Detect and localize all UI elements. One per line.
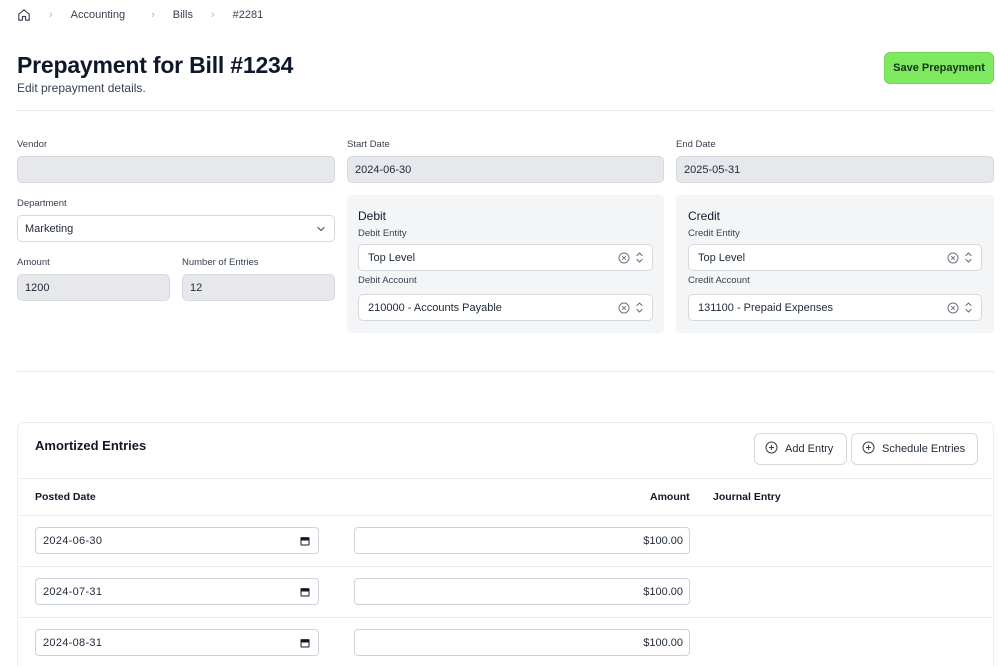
header-divider: [17, 110, 994, 111]
chevron-right-icon: ›: [151, 9, 155, 21]
updown-chevron-icon[interactable]: [635, 251, 644, 267]
credit-account-select[interactable]: 131100 - Prepaid Expenses: [688, 294, 982, 321]
chevron-right-icon: ›: [49, 9, 53, 21]
entries-label: Number of Entries: [182, 257, 259, 268]
schedule-entries-button[interactable]: Schedule Entries: [851, 433, 978, 465]
debit-account-label: Debit Account: [358, 275, 417, 286]
save-prepayment-button[interactable]: Save Prepayment: [884, 52, 994, 84]
credit-account-label: Credit Account: [688, 275, 750, 286]
end-date-label: End Date: [676, 139, 716, 150]
amortized-entries-title: Amortized Entries: [35, 438, 147, 453]
updown-chevron-icon[interactable]: [635, 301, 644, 317]
debit-entity-value: Top Level: [368, 251, 416, 264]
home-icon[interactable]: [17, 8, 31, 22]
posted-date-value: 2024-06-30: [43, 534, 103, 547]
posted-date-value: 2024-07-31: [43, 585, 103, 598]
column-journal-entry: Journal Entry: [713, 491, 781, 503]
vendor-label: Vendor: [17, 139, 48, 150]
chevron-down-icon: [316, 224, 326, 234]
clear-circle-icon[interactable]: [618, 252, 630, 267]
breadcrumb: › Accounting › Bills › #2281: [17, 5, 263, 25]
table-row-divider: [18, 566, 993, 567]
amortized-entries-card: Amortized Entries Add Entry Schedule Ent…: [17, 422, 994, 666]
amount-input[interactable]: $100.00: [354, 527, 690, 554]
posted-date-value: 2024-08-31: [43, 636, 103, 649]
table-divider: [18, 515, 993, 516]
clear-circle-icon[interactable]: [618, 302, 630, 317]
calendar-icon[interactable]: [300, 587, 310, 597]
department-label: Department: [17, 198, 67, 209]
debit-account-select[interactable]: 210000 - Accounts Payable: [358, 294, 653, 321]
page-title: Prepayment for Bill #1234: [17, 52, 294, 78]
updown-chevron-icon[interactable]: [964, 301, 973, 317]
posted-date-input[interactable]: 2024-06-30: [35, 527, 319, 554]
amount-label: Amount: [17, 257, 50, 268]
updown-chevron-icon[interactable]: [964, 251, 973, 267]
department-value: Marketing: [25, 222, 74, 235]
amount-input[interactable]: $100.00: [354, 629, 690, 656]
calendar-icon[interactable]: [300, 536, 310, 546]
vendor-field[interactable]: [17, 156, 335, 183]
column-amount: Amount: [650, 491, 690, 503]
clear-circle-icon[interactable]: [947, 302, 959, 317]
end-date-field[interactable]: 2025-05-31: [676, 156, 994, 183]
start-date-field[interactable]: 2024-06-30: [347, 156, 664, 183]
plus-circle-icon: [862, 441, 875, 457]
credit-entity-value: Top Level: [698, 251, 746, 264]
schedule-entries-label: Schedule Entries: [882, 443, 966, 455]
breadcrumb-item-bills[interactable]: Bills: [173, 9, 193, 21]
add-entry-button[interactable]: Add Entry: [754, 433, 847, 465]
page-subtitle: Edit prepayment details.: [17, 81, 146, 95]
calendar-icon[interactable]: [300, 638, 310, 648]
posted-date-input[interactable]: 2024-08-31: [35, 629, 319, 656]
amount-field[interactable]: 1200: [17, 274, 170, 301]
debit-panel: Debit Debit Entity Top Level Debit Accou…: [347, 195, 664, 333]
credit-panel: Credit Credit Entity Top Level Credit Ac…: [676, 195, 994, 333]
entries-field[interactable]: 12: [182, 274, 335, 301]
start-date-label: Start Date: [347, 139, 390, 150]
debit-entity-label: Debit Entity: [358, 228, 407, 239]
amount-input[interactable]: $100.00: [354, 578, 690, 605]
add-entry-label: Add Entry: [785, 443, 834, 455]
section-divider: [17, 371, 994, 372]
breadcrumb-item-bill-id[interactable]: #2281: [233, 9, 264, 21]
credit-title: Credit: [688, 209, 721, 223]
breadcrumb-item-accounting[interactable]: Accounting: [71, 9, 125, 21]
plus-circle-icon: [765, 441, 778, 457]
table-divider: [18, 478, 993, 479]
credit-entity-select[interactable]: Top Level: [688, 244, 982, 271]
credit-entity-label: Credit Entity: [688, 228, 740, 239]
clear-circle-icon[interactable]: [947, 252, 959, 267]
table-row-divider: [18, 617, 993, 618]
posted-date-input[interactable]: 2024-07-31: [35, 578, 319, 605]
chevron-right-icon: ›: [210, 9, 215, 21]
column-posted-date: Posted Date: [35, 491, 96, 503]
department-select[interactable]: Marketing: [17, 215, 335, 242]
debit-account-value: 210000 - Accounts Payable: [368, 301, 502, 314]
debit-title: Debit: [358, 209, 387, 223]
credit-account-value: 131100 - Prepaid Expenses: [698, 301, 833, 314]
debit-entity-select[interactable]: Top Level: [358, 244, 653, 271]
